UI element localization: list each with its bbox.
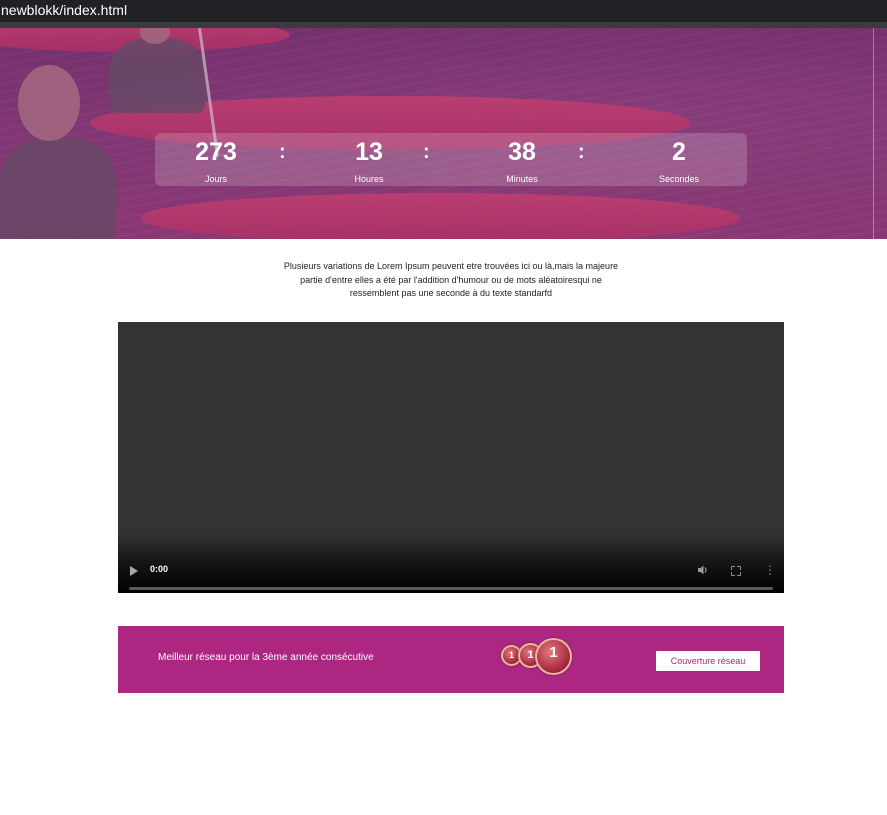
countdown-minutes: 38 Minutes [467, 133, 577, 185]
countdown-seconds-label: Secondes [658, 174, 700, 184]
video-controls-bar: 0:00 ⋮ [118, 533, 784, 593]
countdown-seconds: 2 Secondes [624, 133, 734, 185]
countdown-separator: : [423, 141, 430, 163]
volume-icon[interactable] [697, 564, 711, 578]
video-player[interactable]: 0:00 ⋮ [118, 322, 784, 593]
countdown-hours-value: 13 [355, 138, 383, 166]
play-icon[interactable] [130, 566, 138, 576]
countdown-days: 273 Jours [161, 133, 271, 185]
video-progress-bar[interactable] [129, 587, 773, 590]
window-title-bar: newblokk/index.html [0, 0, 887, 24]
countdown-panel: 273 Jours : 13 Houres : 38 Minutes : 2 S… [155, 133, 747, 186]
countdown-separator: : [578, 141, 585, 163]
more-options-icon[interactable]: ⋮ [764, 564, 776, 578]
banner-text: Meilleur réseau pour la 3ème année consé… [158, 652, 374, 663]
countdown-minutes-label: Minutes [506, 174, 538, 184]
countdown-days-label: Jours [204, 174, 227, 184]
video-current-time: 0:00 [150, 564, 169, 574]
countdown-days-value: 273 [195, 138, 237, 166]
hero-edge-line [873, 28, 874, 239]
network-award-banner: Meilleur réseau pour la 3ème année consé… [118, 626, 784, 693]
countdown-separator: : [279, 141, 286, 163]
hero-banner: 273 Jours : 13 Houres : 38 Minutes : 2 S… [0, 28, 887, 239]
countdown-hours: 13 Houres [314, 133, 424, 185]
countdown-hours-label: Houres [354, 174, 384, 184]
award-badge-number: 1 [549, 644, 558, 661]
window-title: newblokk/index.html [1, 2, 128, 18]
intro-paragraph: Plusieurs variations de Lorem Ipsum peuv… [283, 261, 619, 298]
award-badge-icon: 1 [535, 638, 572, 675]
network-coverage-button[interactable]: Couverture réseau [656, 651, 760, 671]
countdown-seconds-value: 2 [672, 138, 686, 166]
fullscreen-icon[interactable] [729, 564, 743, 578]
countdown-minutes-value: 38 [508, 138, 536, 166]
